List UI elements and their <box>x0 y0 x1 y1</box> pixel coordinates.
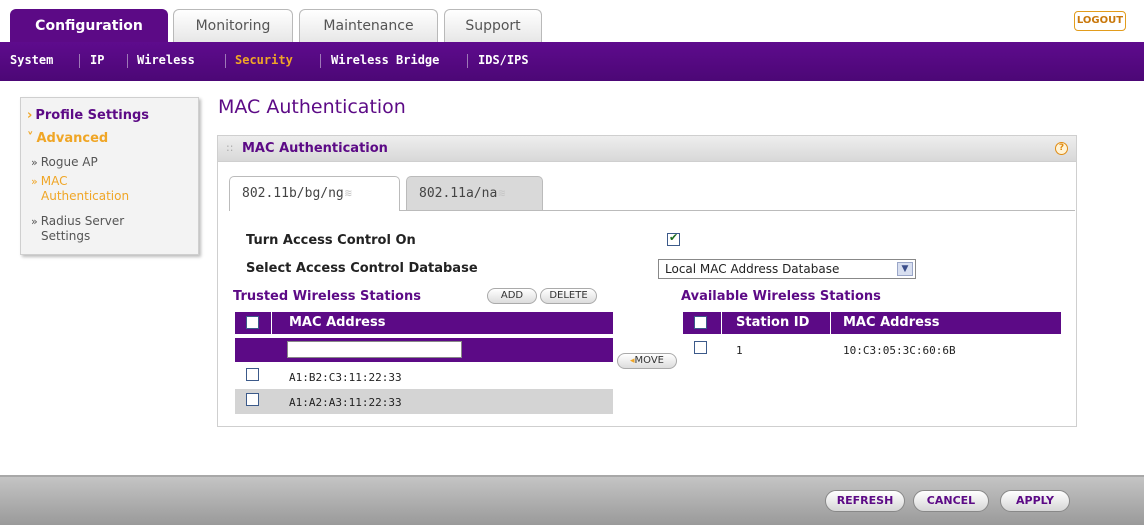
row-checkbox[interactable] <box>246 368 259 381</box>
move-button[interactable]: ◂MOVE <box>617 353 677 369</box>
menu-mac-authentication[interactable]: » MAC Authentication <box>31 174 129 203</box>
station-id-cell: 1 <box>736 344 743 357</box>
tab-radio-bgn-label: 802.11b/bg/ng <box>242 186 344 201</box>
cancel-button[interactable]: CANCEL <box>913 490 989 512</box>
tab-radio-bgn[interactable]: 802.11b/bg/ng≋ <box>229 176 400 211</box>
menu-mac-label: MAC <box>40 174 68 188</box>
top-tab-bar: Configuration Monitoring Maintenance Sup… <box>0 0 1144 43</box>
available-mac-cell: 10:C3:05:3C:60:6B <box>843 344 956 357</box>
refresh-button[interactable]: REFRESH <box>825 490 905 512</box>
page-title: MAC Authentication <box>218 96 406 118</box>
apply-button[interactable]: APPLY <box>1000 490 1070 512</box>
trusted-mac-cell: A1:A2:A3:11:22:33 <box>289 396 402 409</box>
table-row: 1 10:C3:05:3C:60:6B <box>683 337 1061 362</box>
tab-configuration[interactable]: Configuration <box>10 9 168 43</box>
menu-radius-server[interactable]: » Radius Server Settings <box>31 214 124 243</box>
tab-radio-ana[interactable]: 802.11a/na≋ <box>406 176 543 210</box>
db-select-value: Local MAC Address Database <box>665 262 840 276</box>
sub-navigation: System IP Wireless Security Wireless Bri… <box>0 42 1144 81</box>
menu-rogue-ap[interactable]: » Rogue AP <box>31 155 98 170</box>
subnav-divider <box>79 54 80 68</box>
trusted-select-all-checkbox[interactable] <box>246 316 259 329</box>
trusted-table-header: MAC Address <box>235 312 613 334</box>
menu-profile-settings-label: Profile Settings <box>35 108 150 123</box>
wifi-icon: ≋ <box>344 186 352 200</box>
station-id-header: Station ID <box>736 315 810 330</box>
chevron-right-icon: › <box>27 108 33 123</box>
available-table-header: Station ID MAC Address <box>683 312 1061 334</box>
chevron-down-icon: ˅ <box>27 131 34 146</box>
wifi-icon: ≋ <box>498 186 506 200</box>
bullet-icon: » <box>31 156 38 169</box>
subnav-divider <box>320 54 321 68</box>
router-admin-page: Configuration Monitoring Maintenance Sup… <box>0 0 1144 525</box>
row-checkbox[interactable] <box>246 393 259 406</box>
available-stations-title: Available Wireless Stations <box>681 289 881 304</box>
subnav-divider <box>225 54 226 68</box>
menu-mac-label-line2: Authentication <box>41 189 130 203</box>
menu-profile-settings[interactable]: › Profile Settings <box>27 108 149 123</box>
help-icon[interactable]: ? <box>1055 142 1068 155</box>
tab-support[interactable]: Support <box>444 9 542 43</box>
header-divider <box>721 312 722 334</box>
move-button-label: MOVE <box>634 355 664 366</box>
bullet-icon: » <box>31 175 38 188</box>
access-control-checkbox[interactable] <box>667 231 680 246</box>
available-mac-header: MAC Address <box>843 315 940 330</box>
trusted-mac-cell: A1:B2:C3:11:22:33 <box>289 371 402 384</box>
bullet-icon: » <box>31 215 38 228</box>
menu-radius-label: Radius Server <box>40 214 125 228</box>
row-checkbox[interactable] <box>694 341 707 354</box>
subnav-security[interactable]: Security <box>235 53 293 67</box>
header-divider <box>830 312 831 334</box>
table-row: A1:A2:A3:11:22:33 <box>235 389 613 414</box>
subnav-ids-ips[interactable]: IDS/IPS <box>478 53 529 67</box>
delete-button[interactable]: DELETE <box>540 288 597 304</box>
menu-advanced-label: Advanced <box>36 131 109 146</box>
subnav-wireless-bridge[interactable]: Wireless Bridge <box>331 53 439 67</box>
db-label: Select Access Control Database <box>246 261 478 276</box>
menu-rogue-ap-label: Rogue AP <box>40 155 98 169</box>
trusted-mac-input[interactable] <box>287 341 462 358</box>
subnav-divider <box>467 54 468 68</box>
chevron-down-icon: ▼ <box>897 262 913 276</box>
menu-advanced[interactable]: ˅ Advanced <box>27 131 108 146</box>
tab-maintenance[interactable]: Maintenance <box>299 9 438 43</box>
add-button[interactable]: ADD <box>487 288 537 304</box>
subnav-wireless[interactable]: Wireless <box>137 53 195 67</box>
logout-button[interactable]: LOGOUT <box>1074 11 1126 31</box>
panel-title: MAC Authentication <box>242 141 388 156</box>
table-row: A1:B2:C3:11:22:33 <box>235 364 613 389</box>
tab-radio-ana-label: 802.11a/na <box>419 186 498 201</box>
subnav-ip[interactable]: IP <box>90 53 104 67</box>
trusted-input-row <box>235 338 613 362</box>
subnav-divider <box>127 54 128 68</box>
grip-icon: :: <box>226 141 234 154</box>
available-select-all-checkbox[interactable] <box>694 316 707 329</box>
access-control-db-select[interactable]: Local MAC Address Database ▼ <box>658 259 916 279</box>
subnav-system[interactable]: System <box>10 53 53 67</box>
left-menu: › Profile Settings ˅ Advanced » Rogue AP » M… <box>20 97 199 255</box>
panel-header: :: MAC Authentication ? <box>218 136 1076 162</box>
header-divider <box>271 312 272 334</box>
trusted-mac-header: MAC Address <box>289 315 386 330</box>
access-control-label: Turn Access Control On <box>246 233 416 248</box>
menu-radius-label-line2: Settings <box>41 229 91 243</box>
trusted-stations-title: Trusted Wireless Stations <box>233 289 421 304</box>
tab-monitoring[interactable]: Monitoring <box>173 9 293 43</box>
